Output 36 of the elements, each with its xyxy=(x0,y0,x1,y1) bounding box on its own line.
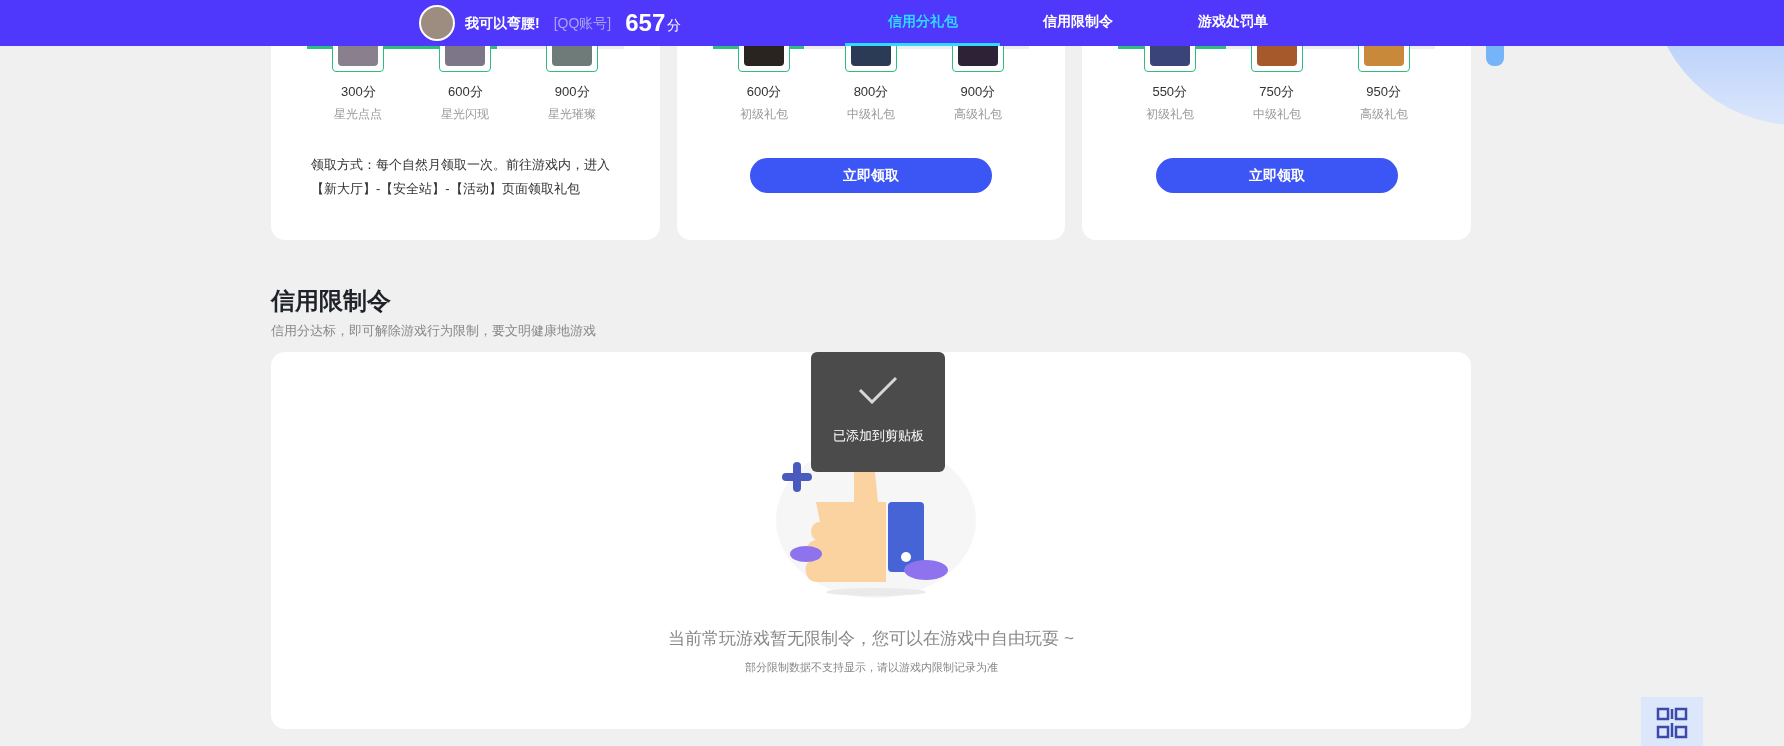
tier-label: 高级礼包 xyxy=(953,106,1002,122)
score-unit: 分 xyxy=(667,16,682,35)
tier-score: 900分 xyxy=(554,83,590,101)
qr-code-icon xyxy=(1656,707,1688,739)
claim-instructions: 领取方式：每个自然月领取一次。前往游戏内，进入【新大厅】-【安全站】-【活动】页面领取礼包 xyxy=(310,156,611,198)
tier-label: 中级礼包 xyxy=(847,106,895,122)
checkmark-icon xyxy=(858,376,898,404)
tier-label: 中级礼包 xyxy=(1252,106,1301,122)
account-label: [QQ账号] xyxy=(553,13,612,33)
empty-note: 部分限制数据不支持显示，请以游戏内限制记录为准 xyxy=(744,660,998,675)
claim-button[interactable]: 立即领取 xyxy=(1155,158,1398,193)
tier-score: 600分 xyxy=(447,83,483,101)
nav-tab[interactable]: 游戏处罚单 xyxy=(1155,0,1311,46)
tier-score: 800分 xyxy=(853,83,889,101)
empty-message: 当前常玩游戏暂无限制令，您可以在游戏中自由玩耍 ~ xyxy=(668,628,1074,650)
tier-label: 初级礼包 xyxy=(1145,106,1194,122)
nav-tab[interactable]: 信用限制令 xyxy=(1000,0,1156,46)
tier-score: 300分 xyxy=(341,83,376,101)
tier-score: 550分 xyxy=(1152,83,1188,101)
section-title: 信用限制令 xyxy=(271,286,392,316)
tier-label: 星光璀璨 xyxy=(548,106,597,122)
toast-message: 已添加到剪贴板 xyxy=(832,427,924,445)
credit-score: 657 xyxy=(625,8,666,38)
tier-label: 高级礼包 xyxy=(1359,106,1408,122)
claim-button[interactable]: 立即领取 xyxy=(750,158,992,193)
tier-label: 星光点点 xyxy=(334,106,383,122)
avatar xyxy=(419,5,455,41)
section-subtitle: 信用分达标，即可解除游戏行为限制，要文明健康地游戏 xyxy=(271,322,597,340)
tier-score: 900分 xyxy=(960,83,996,101)
username: 我可以弯腰! xyxy=(465,13,540,33)
tier-label: 初级礼包 xyxy=(740,106,789,122)
tier-score: 750分 xyxy=(1259,83,1294,101)
qr-code-button[interactable] xyxy=(1641,697,1703,746)
tier-label: 星光闪现 xyxy=(441,106,490,122)
tier-score: 950分 xyxy=(1366,83,1401,101)
tier-score: 600分 xyxy=(746,83,782,101)
